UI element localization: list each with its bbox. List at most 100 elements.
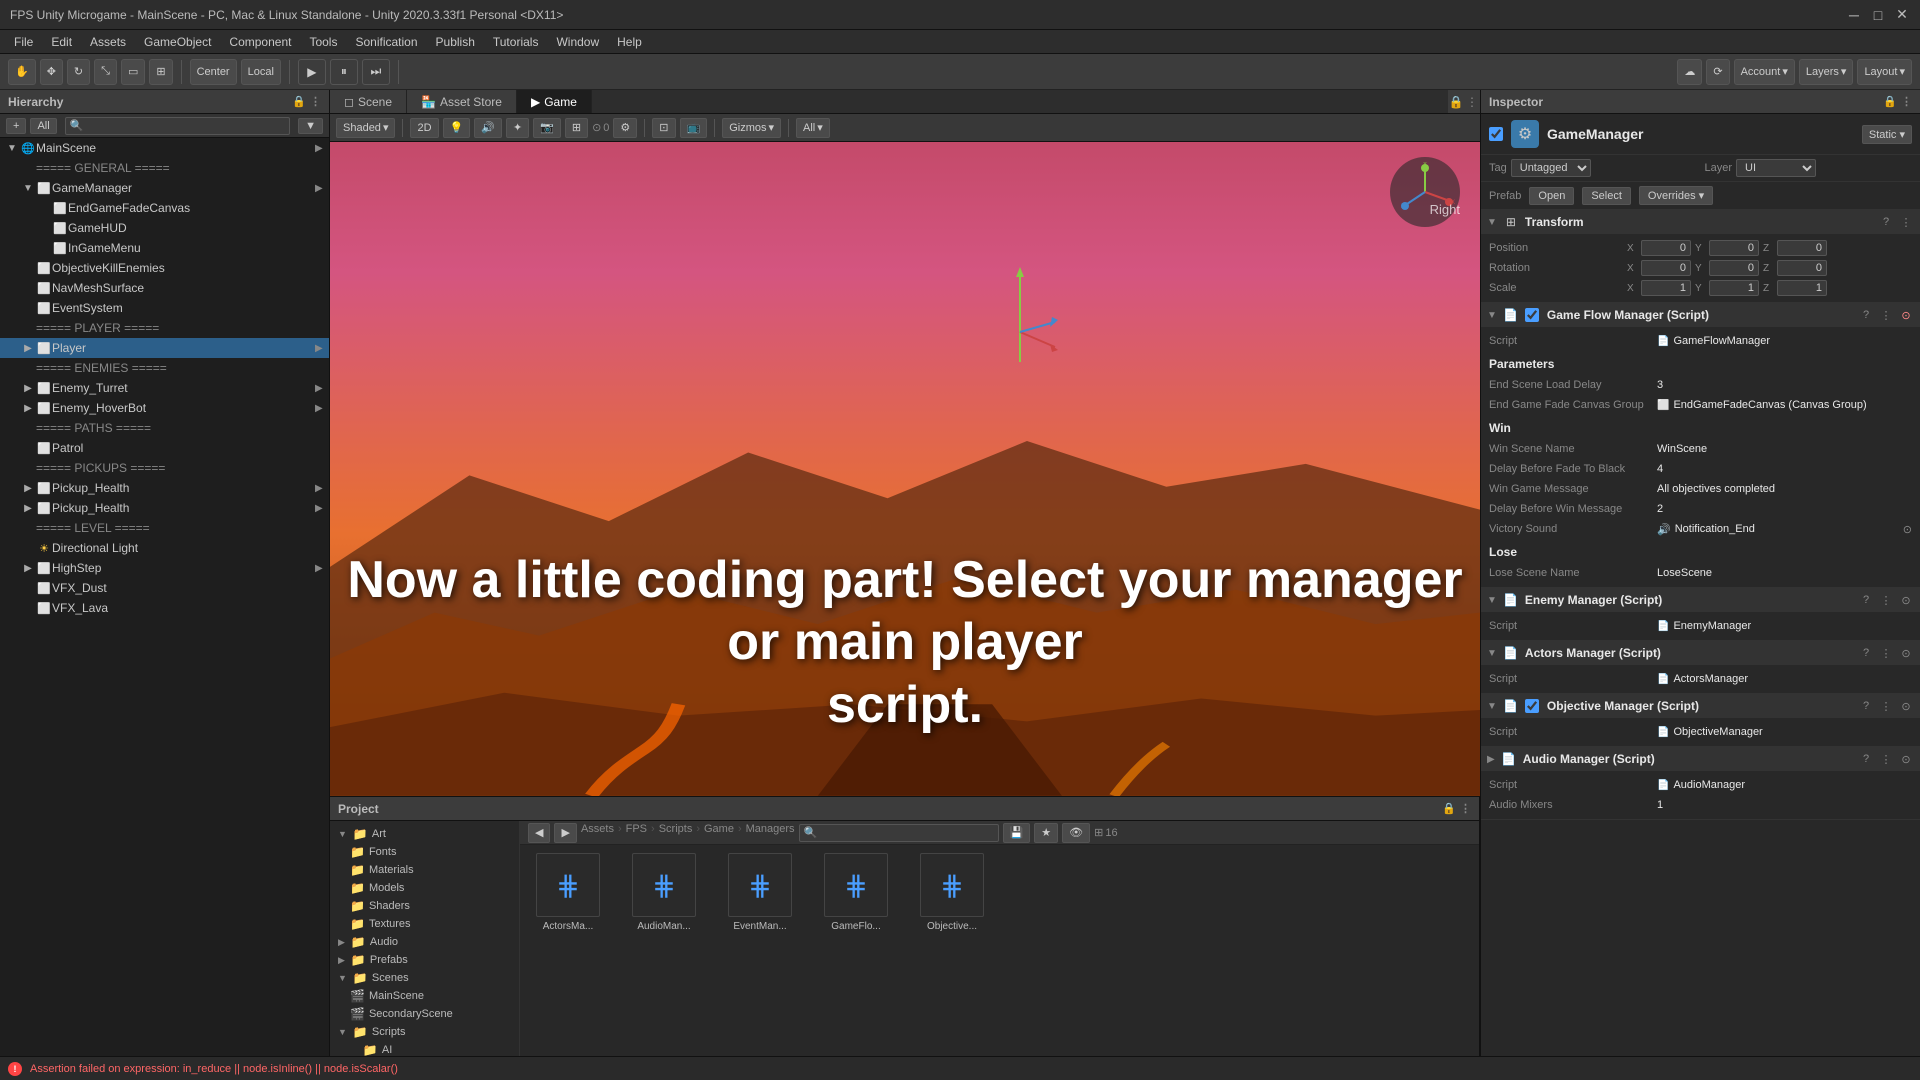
enemy-manager-header[interactable]: ▼ 📄 Enemy Manager (Script) ? ⋮ ⊙ — [1481, 588, 1920, 612]
mainscene-arrow[interactable]: ▼ — [4, 140, 20, 156]
layout-button[interactable]: Layout ▾ — [1857, 59, 1912, 85]
enemy-manager-help-button[interactable]: ? — [1858, 592, 1874, 608]
move-tool-button[interactable]: ✥ — [40, 59, 63, 85]
enemy-manager-ref-button[interactable]: ⊙ — [1898, 592, 1914, 608]
pt-item-models[interactable]: 📁 Models — [330, 879, 519, 897]
hierarchy-item-patrol[interactable]: ▶ ⬜ Patrol — [0, 438, 329, 458]
transform-tool-button[interactable]: ⊞ — [149, 59, 172, 85]
objective-manager-settings-button[interactable]: ⋮ — [1878, 698, 1894, 714]
actors-manager-ref-button[interactable]: ⊙ — [1898, 645, 1914, 661]
account-button[interactable]: Account ▾ — [1734, 59, 1795, 85]
scale-y-input[interactable]: 1 — [1709, 280, 1759, 296]
menu-file[interactable]: File — [6, 33, 41, 51]
transform-header[interactable]: ▼ ⊞ Transform ? ⋮ — [1481, 210, 1920, 234]
inspector-lock-icon[interactable]: 🔒 — [1883, 95, 1897, 108]
scale-z-input[interactable]: 1 — [1777, 280, 1827, 296]
2d-button[interactable]: 2D — [410, 118, 438, 138]
project-more-icon[interactable]: ⋮ — [1460, 802, 1471, 815]
pivot-button[interactable]: Center — [190, 59, 237, 85]
audio-manager-ref-button[interactable]: ⊙ — [1898, 751, 1914, 767]
hierarchy-item-pickup1[interactable]: ▶ ⬜ Pickup_Health ▶ — [0, 478, 329, 498]
turret-arrow[interactable]: ▶ — [20, 380, 36, 396]
project-lock-icon[interactable]: 🔒 — [1442, 802, 1456, 815]
pickup2-arrow[interactable]: ▶ — [20, 500, 36, 516]
menu-gameobject[interactable]: GameObject — [136, 33, 219, 51]
menu-window[interactable]: Window — [548, 33, 607, 51]
hierarchy-item-gamemanager[interactable]: ▼ ⬜ GameManager ▶ — [0, 178, 329, 198]
objective-manager-ref-button[interactable]: ⊙ — [1898, 698, 1914, 714]
shaded-dropdown[interactable]: Shaded ▾ — [336, 118, 395, 138]
pt-item-secondaryscene[interactable]: 🎬 SecondaryScene — [330, 1005, 519, 1023]
prefab-overrides-button[interactable]: Overrides ▾ — [1639, 186, 1713, 205]
player-arrow[interactable]: ▶ — [20, 340, 36, 356]
audio-button[interactable]: 🔊 — [474, 118, 502, 138]
close-button[interactable]: ✕ — [1894, 7, 1910, 23]
object-active-checkbox[interactable] — [1489, 127, 1503, 141]
position-z-input[interactable]: 0 — [1777, 240, 1827, 256]
hierarchy-item-enemy-turret[interactable]: ▶ ⬜ Enemy_Turret ▶ — [0, 378, 329, 398]
assets-search-field[interactable]: 🔍 — [799, 824, 999, 842]
enemy-manager-settings-button[interactable]: ⋮ — [1878, 592, 1894, 608]
highstep-arrow[interactable]: ▶ — [20, 560, 36, 576]
menu-component[interactable]: Component — [221, 33, 299, 51]
menu-publish[interactable]: Publish — [428, 33, 483, 51]
hierarchy-item-directional-light[interactable]: ▶ ☀ Directional Light — [0, 538, 329, 558]
rect-tool-button[interactable]: ▭ — [121, 59, 145, 85]
objective-manager-active-checkbox[interactable] — [1525, 699, 1539, 713]
hierarchy-item-hoverbot[interactable]: ▶ ⬜ Enemy_HoverBot ▶ — [0, 398, 329, 418]
tag-select[interactable]: Untagged — [1511, 159, 1591, 177]
scene-panel-more[interactable]: ⋮ — [1464, 90, 1480, 114]
gameflow-active-checkbox[interactable] — [1525, 308, 1539, 322]
pt-item-ai[interactable]: ▶ 📁 AI — [330, 1041, 519, 1056]
hierarchy-item-vfxdust[interactable]: ▶ ⬜ VFX_Dust — [0, 578, 329, 598]
step-button[interactable]: ⏭ — [362, 59, 390, 85]
hierarchy-item-eventsystem[interactable]: ▶ ⬜ EventSystem — [0, 298, 329, 318]
hoverbot-arrow[interactable]: ▶ — [20, 400, 36, 416]
audio-manager-settings-button[interactable]: ⋮ — [1878, 751, 1894, 767]
menu-help[interactable]: Help — [609, 33, 650, 51]
breadcrumb-assets[interactable]: Assets — [581, 823, 614, 835]
maximize-button[interactable]: □ — [1870, 7, 1886, 23]
assets-forward-button[interactable]: ▶ — [554, 823, 576, 843]
tab-scene[interactable]: ◻ Scene — [330, 90, 407, 113]
all-button[interactable]: All ▾ — [796, 118, 830, 138]
assets-save-button[interactable]: 💾 — [1003, 823, 1031, 843]
gameflow-settings-button[interactable]: ⋮ — [1878, 307, 1894, 323]
hierarchy-item-navmesh[interactable]: ▶ ⬜ NavMeshSurface — [0, 278, 329, 298]
hierarchy-lock-icon[interactable]: 🔒 — [292, 95, 306, 108]
prefab-open-button[interactable]: Open — [1529, 187, 1574, 205]
play-button[interactable]: ▶ — [298, 59, 326, 85]
aspect-button[interactable]: 📺 — [680, 118, 708, 138]
hierarchy-item-player[interactable]: ▶ ⬜ Player ▶ — [0, 338, 329, 358]
pt-item-fonts[interactable]: 📁 Fonts — [330, 843, 519, 861]
grid-button[interactable]: ⊞ — [565, 118, 588, 138]
hand-tool-button[interactable]: ✋ — [8, 59, 36, 85]
tab-asset-store[interactable]: 🏪 Asset Store — [407, 90, 517, 113]
position-y-input[interactable]: 0 — [1709, 240, 1759, 256]
gameflow-header[interactable]: ▼ 📄 Game Flow Manager (Script) ? ⋮ ⊙ — [1481, 303, 1920, 327]
hierarchy-add-button[interactable]: + — [6, 118, 26, 134]
menu-tools[interactable]: Tools — [301, 33, 345, 51]
pickup1-arrow[interactable]: ▶ — [20, 480, 36, 496]
hierarchy-all-button[interactable]: All — [30, 118, 56, 134]
tab-game[interactable]: ▶ Game — [517, 90, 592, 113]
victory-sound-ref-button[interactable]: ⊙ — [1903, 523, 1912, 536]
pt-item-shaders[interactable]: 📁 Shaders — [330, 897, 519, 915]
assets-hide-button[interactable]: 👁 — [1062, 823, 1090, 843]
pt-item-mainscene[interactable]: 🎬 MainScene — [330, 987, 519, 1005]
asset-actorsmanager[interactable]: ⋕ ActorsMa... — [528, 853, 608, 932]
lighting-button[interactable]: 💡 — [443, 118, 471, 138]
scene-camera-button[interactable]: 📷 — [533, 118, 561, 138]
asset-eventmanager[interactable]: ⋕ EventMan... — [720, 853, 800, 932]
transform-help-button[interactable]: ? — [1878, 214, 1894, 230]
prefab-select-button[interactable]: Select — [1582, 187, 1631, 205]
breadcrumb-game[interactable]: Game — [704, 823, 734, 835]
hierarchy-item-gamehud[interactable]: ▶ ⬜ GameHUD — [0, 218, 329, 238]
objective-manager-help-button[interactable]: ? — [1858, 698, 1874, 714]
pt-item-scripts[interactable]: ▼ 📁 Scripts — [330, 1023, 519, 1041]
objective-manager-header[interactable]: ▼ 📄 Objective Manager (Script) ? ⋮ ⊙ — [1481, 694, 1920, 718]
hierarchy-item-ingamemenu[interactable]: ▶ ⬜ InGameMenu — [0, 238, 329, 258]
asset-objectivemanager[interactable]: ⋕ Objective... — [912, 853, 992, 932]
rotation-x-input[interactable]: 0 — [1641, 260, 1691, 276]
breadcrumb-scripts[interactable]: Scripts — [659, 823, 693, 835]
